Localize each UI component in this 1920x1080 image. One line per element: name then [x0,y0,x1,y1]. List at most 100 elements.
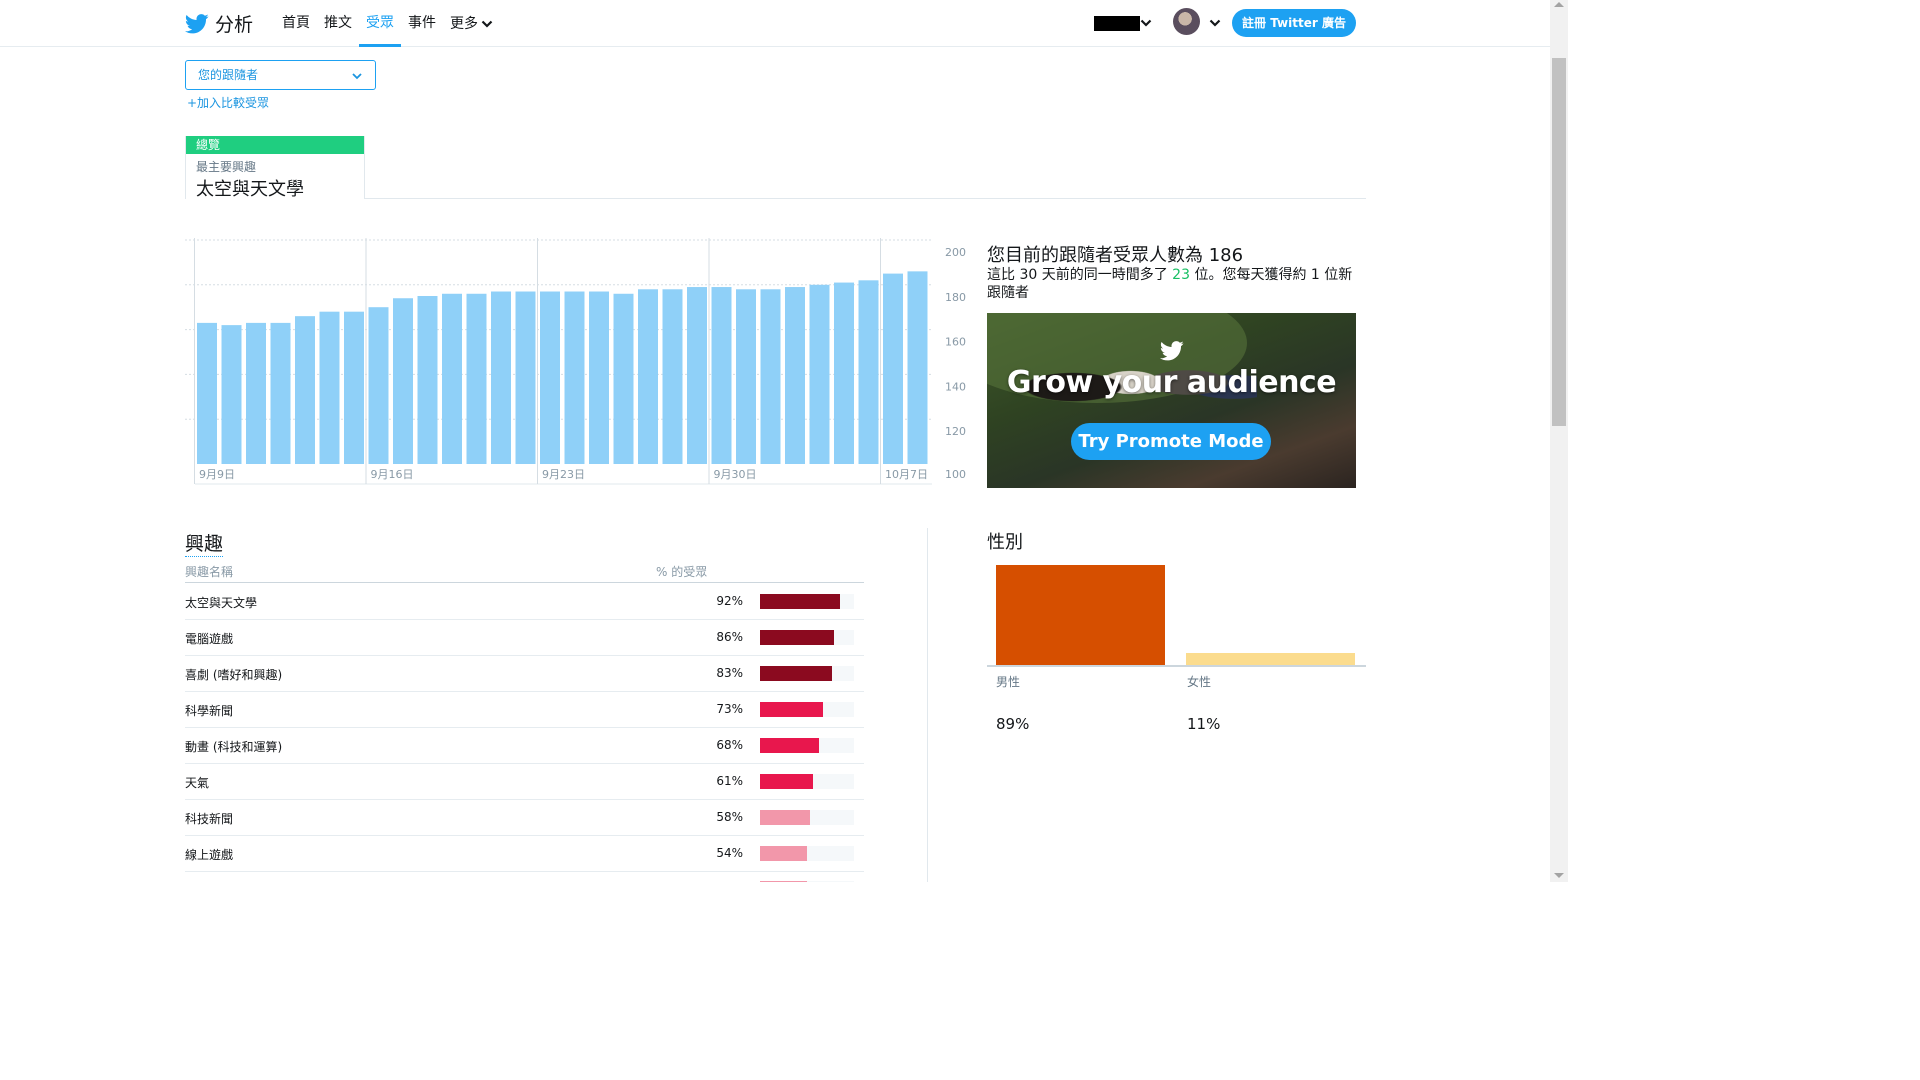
table-row: 天氣 61% [185,764,864,800]
chart-bar [540,291,560,464]
interest-percent: 73% [716,702,743,716]
gender-label-male: 男性 [996,675,1021,689]
interest-bar-fill [760,666,832,681]
interest-bar-track [760,810,854,825]
chart-y-tick-label: 160 [945,336,966,349]
interest-bar-fill [760,881,807,882]
section-divider [927,528,928,882]
analytics-logo[interactable]: 分析 [185,10,253,37]
chart-x-tick-label: 10月7日 [885,468,928,481]
interest-percent: 86% [716,630,743,644]
analytics-logo-text: 分析 [215,14,254,36]
interest-name: 線上遊戲 [185,848,234,862]
follower-chart-svg: 9月9日 9月16日 9月23日 9月30日 10月7日 200 180 160 140 120 1… [185,238,966,485]
chart-bar [564,291,585,464]
interest-bar-fill [760,702,824,717]
scroll-down-arrow-icon[interactable] [1554,873,1564,878]
scrollbar-thumb[interactable] [1552,58,1566,426]
signup-twitter-ads-button[interactable]: 註冊 Twitter 廣告 [1232,9,1356,37]
nav-tweets[interactable]: 推文 [317,0,359,47]
table-row: 動畫 (科技和運算) 68% [185,728,864,764]
overview-tab-label: 總覽 [186,136,364,154]
chart-bar [687,287,707,464]
interest-bar-track [760,846,854,861]
follower-gain-count: 23 [1172,267,1190,283]
table-row: 線上遊戲 54% [185,836,864,872]
interests-title[interactable]: 興趣 [185,529,224,557]
chart-y-tick-label: 200 [945,246,966,259]
chart-bar [344,311,364,464]
chart-bar [319,311,340,464]
try-promote-mode-button[interactable]: Try Promote Mode [1071,423,1271,460]
nav-events[interactable]: 事件 [401,0,443,47]
chart-bar [442,293,462,464]
chart-y-tick-label: 180 [945,291,966,304]
chart-bar [246,322,266,464]
nav-more[interactable]: 更多 [443,0,500,47]
top-interest-value: 太空與天文學 [196,179,304,200]
chart-bar [515,291,536,464]
nav-audiences[interactable]: 受眾 [359,0,401,47]
chart-y-tick-label: 120 [945,425,966,438]
audience-select-value: 您的跟隨者 [198,68,259,82]
interests-table-header: 興趣名稱 % 的受眾 [185,563,864,583]
interest-name-column-header: 興趣名稱 [185,565,234,579]
interest-name: 科技新聞 [185,812,234,826]
chart-y-tick-label: 140 [945,380,966,393]
chart-bar [221,325,242,464]
chart-bar [809,284,830,464]
twitter-bird-icon [1160,341,1184,361]
gender-pct-male: 89% [996,715,1030,733]
follower-count-title: 您目前的跟隨者受眾人數為 186 [987,245,1244,266]
follower-desc-before: 這比 30 天前的同一時間多了 [987,267,1173,283]
top-interest-label: 最主要興趣 [196,160,257,174]
add-comparison-audience-link[interactable]: +加入比較受眾 [187,94,269,111]
interest-name: 動畫 (科技和運算) [185,740,283,754]
interest-percent: 58% [716,810,743,824]
chart-bar [393,298,413,464]
interest-name: 天氣 [185,776,210,790]
chart-x-tick-label: 9月16日 [371,468,414,481]
gender-chart [987,555,1366,667]
chart-bar [417,296,438,464]
chart-bar [662,289,683,464]
promo-headline: Grow your audience [1006,365,1337,400]
chart-x-tick-label: 9月30日 [714,468,757,481]
interest-bar-track [760,702,854,717]
table-row: 喜劇 (嗜好和興趣) 83% [185,656,864,692]
chart-x-tick-label: 9月23日 [542,468,585,481]
interest-bar-track [760,774,854,789]
promote-mode-banner[interactable]: Grow your audience Try Promote Mode [987,313,1356,488]
chart-y-tick-label: 100 [945,468,966,481]
chart-bar [785,287,805,464]
follower-growth-chart: 9月9日 9月16日 9月23日 9月30日 10月7日 200 180 160 140 120 1… [185,238,970,488]
account-name-redacted[interactable] [1094,16,1140,31]
chart-bar [270,322,291,464]
chevron-down-icon [481,20,493,28]
audience-percent-column-header: % 的受眾 [656,565,708,579]
gender-label-female: 女性 [1187,675,1212,689]
chart-x-tick-label: 9月9日 [199,468,235,481]
interest-bar-track [760,666,854,681]
chart-bar [883,273,903,464]
chart-bar [834,282,854,464]
tab-overview[interactable]: 總覽 最主要興趣 太空與天文學 [185,136,365,200]
scroll-up-arrow-icon[interactable] [1554,2,1564,7]
chart-bar [491,291,511,464]
gender-title: 性別 [987,532,1023,553]
chart-bar [858,280,879,464]
interest-percent: 54% [716,846,743,860]
interest-bar-track [760,594,854,609]
nav-home[interactable]: 首頁 [275,0,317,47]
profile-menu-chevron-icon[interactable] [1209,17,1221,29]
interest-percent: 83% [716,666,743,680]
interest-bar-fill [760,594,840,609]
chart-bar [736,289,756,464]
audience-select[interactable]: 您的跟隨者 [185,60,376,90]
interest-name: 喜劇 (嗜好和興趣) [185,668,283,682]
page-scrollbar[interactable] [1550,0,1568,882]
avatar[interactable] [1173,8,1200,35]
gender-bar-male [996,565,1165,665]
interest-bar-fill [760,846,807,861]
account-menu-chevron-icon[interactable] [1140,17,1152,29]
